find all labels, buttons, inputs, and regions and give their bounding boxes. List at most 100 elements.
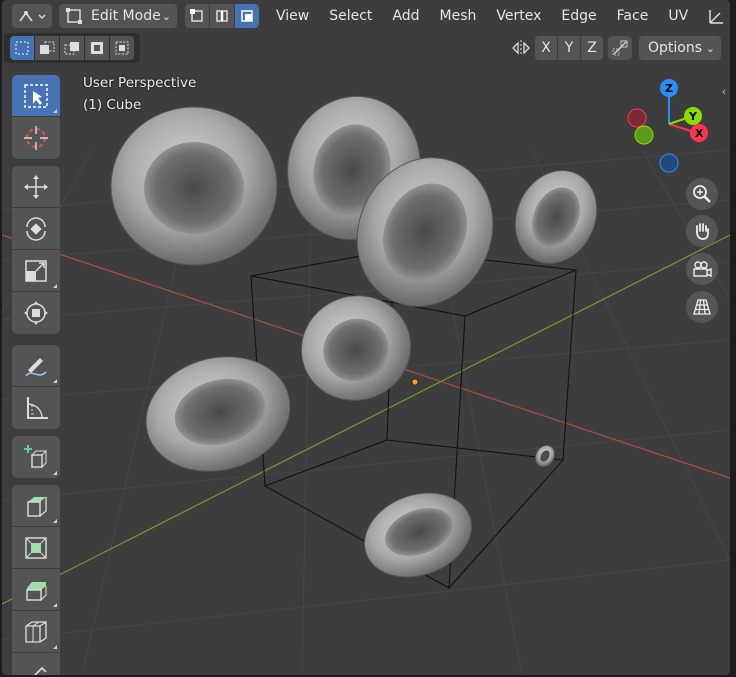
tool-add-cube[interactable] (12, 436, 60, 478)
face-select-button[interactable] (235, 4, 259, 28)
annotate-icon (25, 357, 47, 377)
select-new-icon (15, 41, 29, 55)
select-box-icon (24, 83, 48, 108)
rotate-icon (26, 216, 46, 241)
tool-cursor[interactable] (12, 117, 60, 159)
select-mode-group (185, 4, 259, 28)
tool-knife[interactable] (12, 653, 60, 675)
edit-mode-icon (66, 8, 82, 24)
menu-select[interactable]: Select (319, 4, 382, 28)
tool-annotate[interactable] (12, 345, 60, 387)
auto-merge-button[interactable] (608, 36, 632, 60)
3d-viewport[interactable]: Edit Mode ⌄ View Select Add Mesh Vertex … (2, 0, 730, 675)
select-extend-icon (40, 41, 55, 54)
pan-button[interactable] (686, 215, 718, 247)
tool-scale[interactable] (12, 250, 60, 292)
select-invert-button[interactable] (85, 36, 109, 60)
vertex-select-icon (190, 9, 203, 22)
tool-rotate[interactable] (12, 208, 60, 250)
tool-loop-cut[interactable] (12, 611, 60, 653)
zoom-button[interactable] (686, 178, 718, 210)
select-intersect-icon (115, 41, 129, 55)
camera-view-button[interactable] (686, 253, 718, 285)
z-axis-label: Z (665, 82, 673, 95)
options-dropdown[interactable]: Options ⌄ (639, 36, 721, 60)
toolbar-group-add (12, 436, 60, 478)
select-invert-icon (91, 42, 103, 54)
mode-dropdown[interactable]: Edit Mode ⌄ (59, 4, 177, 28)
toolbar-group-annotate (12, 345, 60, 429)
tool-header: X Y Z Options ⌄ (2, 33, 730, 63)
select-subtract-icon (64, 42, 79, 55)
torus-1 (110, 106, 278, 266)
menu-add[interactable]: Add (382, 4, 429, 28)
vertex-select-button[interactable] (185, 4, 209, 28)
tool-measure[interactable] (12, 387, 60, 429)
zoom-icon (693, 185, 711, 203)
mirror-x-button[interactable]: X (535, 36, 557, 60)
torus-6 (145, 356, 291, 472)
x-axis-label: X (695, 127, 704, 140)
window-edge (730, 0, 736, 677)
menu-vertex[interactable]: Vertex (486, 4, 551, 28)
header-menus: View Select Add Mesh Vertex Edge Face UV (266, 4, 698, 28)
tool-move[interactable] (12, 166, 60, 208)
cursor-icon (24, 126, 48, 150)
move-icon (24, 174, 48, 199)
transform-icon (24, 301, 48, 325)
sidebar-toggle[interactable]: ‹ (718, 82, 730, 100)
grid-perspective-icon (693, 299, 711, 315)
tool-select-box[interactable] (12, 75, 60, 117)
chevron-left-icon: ‹ (721, 84, 727, 98)
torus-8 (534, 444, 556, 468)
mirror-icon (512, 40, 530, 56)
tool-extrude-region[interactable] (12, 485, 60, 527)
tool-inset-faces[interactable] (12, 527, 60, 569)
inset-icon (25, 536, 47, 559)
torus-7 (364, 492, 472, 578)
y-axis-label: Y (688, 110, 698, 123)
editor-type-icon (19, 11, 46, 22)
ortho-toggle-button[interactable] (686, 291, 718, 323)
editor-type-button[interactable] (12, 4, 52, 28)
torus-4 (514, 169, 598, 265)
scale-icon (25, 259, 47, 282)
blender-window: Edit Mode ⌄ View Select Add Mesh Vertex … (0, 0, 736, 677)
mode-label: Edit Mode (91, 8, 161, 24)
navigation-gizmo[interactable]: Z Y X (622, 72, 722, 182)
view-name: User Perspective (83, 75, 197, 91)
chevron-down-icon: ⌄ (705, 41, 715, 55)
menu-mesh[interactable]: Mesh (430, 4, 487, 28)
viewport-header: Edit Mode ⌄ View Select Add Mesh Vertex … (2, 1, 730, 31)
neg-x-handle[interactable] (627, 108, 647, 128)
select-new-button[interactable] (10, 36, 34, 60)
selection-operation-group (10, 36, 134, 60)
menu-uv[interactable]: UV (658, 4, 698, 28)
mirror-y-button[interactable]: Y (558, 36, 580, 60)
toolbar-group-select (12, 75, 60, 159)
tool-transform[interactable] (12, 292, 60, 334)
axes-icon (709, 10, 723, 24)
mirror-toggle[interactable] (509, 36, 533, 60)
menu-face[interactable]: Face (607, 4, 659, 28)
auto-merge-icon (612, 40, 628, 56)
tool-bevel[interactable] (12, 569, 60, 611)
loop-cut-icon (25, 620, 47, 643)
select-subtract-button[interactable] (60, 36, 84, 60)
knife-icon (33, 666, 47, 675)
neg-z-handle[interactable] (659, 153, 679, 173)
add-cube-icon (24, 445, 48, 468)
select-intersect-button[interactable] (110, 36, 134, 60)
mirror-axis-group: X Y Z (535, 36, 603, 60)
neg-y-handle[interactable] (634, 125, 654, 145)
mirror-z-button[interactable]: Z (581, 36, 603, 60)
toolbar-group-mesh (12, 485, 60, 675)
menu-view[interactable]: View (266, 4, 319, 28)
transform-orientation-button[interactable] (704, 4, 728, 28)
extrude-icon (27, 496, 47, 517)
select-extend-button[interactable] (35, 36, 59, 60)
measure-icon (27, 397, 48, 419)
menu-edge[interactable]: Edge (551, 4, 606, 28)
edge-select-button[interactable] (210, 4, 234, 28)
hand-icon (696, 223, 709, 240)
